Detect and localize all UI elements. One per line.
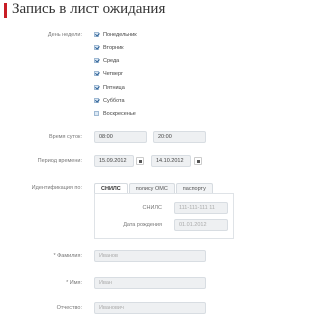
title-accent-bar — [4, 3, 7, 18]
calendar-icon[interactable] — [194, 157, 202, 165]
surname-label: * Фамилия: — [53, 253, 82, 259]
day-checkbox-row[interactable]: Вторник — [94, 43, 124, 52]
identification-tabs: СНИЛС полису ОМС паспорту — [94, 183, 214, 193]
surname-field[interactable]: Иванов — [94, 250, 206, 262]
checkbox[interactable] — [94, 111, 99, 116]
snils-label: СНИЛС — [142, 205, 162, 211]
checkbox[interactable] — [94, 45, 99, 50]
day-checkbox-row[interactable]: Суббота — [94, 96, 125, 105]
day-label: Вторник — [103, 44, 124, 51]
patronymic-field[interactable]: Иванович — [94, 302, 206, 314]
tab-passport[interactable]: паспорту — [175, 183, 213, 193]
checkbox[interactable] — [94, 71, 99, 76]
day-checkbox-row[interactable]: Четверг — [94, 69, 123, 78]
day-label: Суббота — [103, 97, 125, 104]
day-label: Понедельник — [103, 31, 137, 38]
day-label: Пятница — [103, 84, 125, 91]
time-label: Время суток: — [48, 134, 82, 140]
identification-panel — [94, 193, 234, 239]
identification-label: Идентификация по: — [31, 185, 82, 191]
period-label: Период времени: — [37, 158, 82, 164]
name-field[interactable]: Иван — [94, 277, 206, 289]
day-label: Среда — [103, 57, 120, 64]
day-checkbox-row[interactable]: Пятница — [94, 83, 125, 92]
period-from-field[interactable]: 15.09.2012 — [94, 155, 134, 167]
days-label: День недели: — [47, 32, 82, 38]
day-label: Воскресенье — [103, 110, 136, 117]
time-to-field[interactable]: 20:00 — [153, 131, 206, 143]
calendar-icon[interactable] — [136, 157, 144, 165]
day-checkbox-row[interactable]: Воскресенье — [94, 109, 136, 118]
day-label: Четверг — [103, 70, 124, 77]
day-checkbox-row[interactable]: Среда — [94, 56, 119, 65]
snils-field[interactable]: 111-111-111 11 — [174, 202, 228, 214]
tab-oms-policy[interactable]: полису ОМС — [128, 183, 175, 193]
day-checkbox-row[interactable]: Понедельник — [94, 30, 137, 39]
checkbox[interactable] — [94, 85, 99, 90]
tab-snils[interactable]: СНИЛС — [94, 183, 128, 193]
period-to-field[interactable]: 14.10.2012 — [151, 155, 191, 167]
checkbox[interactable] — [94, 58, 99, 63]
birth-date-field[interactable]: 01.01.2012 — [174, 219, 228, 231]
checkbox[interactable] — [94, 32, 99, 37]
patronymic-label: Отчество: — [56, 305, 82, 311]
checkbox[interactable] — [94, 98, 99, 103]
name-label: * Имя: — [66, 280, 82, 286]
time-from-field[interactable]: 08:00 — [94, 131, 147, 143]
page-title: Запись в лист ожидания — [12, 1, 166, 17]
birth-date-label: Дата рождения — [123, 222, 162, 228]
